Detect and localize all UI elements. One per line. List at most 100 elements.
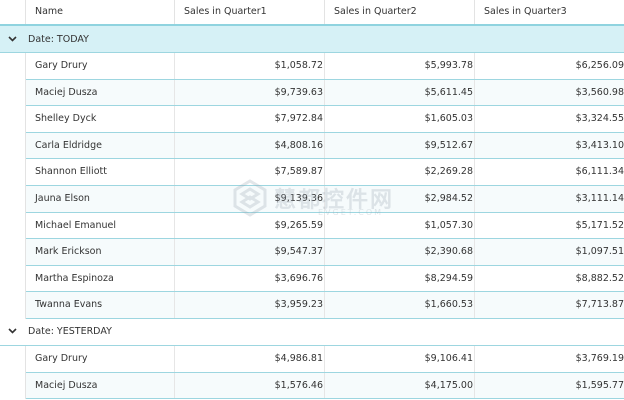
group-row[interactable]: Date: YESTERDAY — [0, 318, 624, 346]
table-row[interactable]: Jauna Elson $9,139.36 $2,984.52 $3,111.14 — [0, 185, 624, 213]
q1-cell[interactable]: $9,265.59 — [175, 212, 325, 239]
header-indent — [0, 0, 26, 24]
q3-cell[interactable]: $3,111.14 — [475, 186, 624, 212]
table-row[interactable]: Gary Drury $4,986.81 $9,106.41 $3,769.19 — [0, 345, 624, 373]
q1-cell[interactable]: $9,739.63 — [175, 79, 325, 106]
q2-cell[interactable]: $5,611.45 — [325, 79, 475, 106]
q1-cell[interactable]: $3,959.23 — [175, 292, 325, 318]
row-indent — [0, 106, 26, 133]
q2-cell[interactable]: $2,984.52 — [325, 185, 475, 212]
q3-cell[interactable]: $3,413.10 — [475, 133, 624, 159]
row-cells: Maciej Dusza $1,576.46 $4,175.00 $1,595.77 — [26, 372, 624, 400]
row-indent — [0, 185, 26, 213]
name-cell[interactable]: Michael Emanuel — [26, 212, 175, 239]
name-cell[interactable]: Shelley Dyck — [26, 106, 175, 132]
q3-cell[interactable]: $1,595.77 — [475, 373, 624, 399]
table-row[interactable]: Maciej Dusza $1,576.46 $4,175.00 $1,595.77 — [0, 372, 624, 400]
row-indent — [0, 345, 26, 373]
table-row[interactable]: Mark Erickson $9,547.37 $2,390.68 $1,097.51 — [0, 239, 624, 266]
table-row[interactable]: Shannon Elliott $7,589.87 $2,269.28 $6,111.… — [0, 159, 624, 186]
data-grid: Name Sales in Quarter1 Sales in Quarter2… — [0, 0, 624, 400]
row-cells: Gary Drury $4,986.81 $9,106.41 $3,769.19 — [26, 345, 624, 373]
q2-cell[interactable]: $5,993.78 — [325, 53, 475, 79]
q2-cell[interactable]: $2,390.68 — [325, 239, 475, 265]
row-indent — [0, 79, 26, 107]
row-cells: Twanna Evans $3,959.23 $1,660.53 $7,713.87 — [26, 292, 624, 319]
q2-cell[interactable]: $8,294.59 — [325, 265, 475, 292]
q3-cell[interactable]: $1,097.51 — [475, 239, 624, 265]
row-cells: Mark Erickson $9,547.37 $2,390.68 $1,097.51 — [26, 239, 624, 266]
group-toggle-button[interactable] — [0, 26, 25, 52]
q3-cell[interactable]: $8,882.52 — [475, 266, 624, 292]
chevron-down-icon — [8, 328, 17, 335]
q1-cell[interactable]: $4,808.16 — [175, 132, 325, 159]
table-row[interactable]: Martha Espinoza $3,696.76 $8,294.59 $8,882.… — [0, 265, 624, 293]
q1-cell[interactable]: $9,547.37 — [175, 239, 325, 265]
name-cell[interactable]: Maciej Dusza — [26, 372, 175, 399]
row-cells: Jauna Elson $9,139.36 $2,984.52 $3,111.14 — [26, 185, 624, 213]
q3-cell[interactable]: $7,713.87 — [475, 292, 624, 318]
row-indent — [0, 53, 26, 80]
table-row[interactable]: Gary Drury $1,058.72 $5,993.78 $6,256.09 — [0, 53, 624, 80]
q1-cell[interactable]: $3,696.76 — [175, 265, 325, 292]
name-cell[interactable]: Gary Drury — [26, 345, 175, 372]
q3-cell[interactable]: $3,324.55 — [475, 106, 624, 132]
row-indent — [0, 372, 26, 400]
grid-body: Date: TODAY Gary Drury $1,058.72 $5,993.78 $… — [0, 26, 624, 400]
name-cell[interactable]: Shannon Elliott — [26, 159, 175, 185]
group-row[interactable]: Date: TODAY — [0, 26, 624, 53]
q2-cell[interactable]: $1,605.03 — [325, 106, 475, 132]
row-cells: Michael Emanuel $9,265.59 $1,057.30 $5,171.… — [26, 212, 624, 240]
q1-cell[interactable]: $9,139.36 — [175, 185, 325, 212]
table-row[interactable]: Twanna Evans $3,959.23 $1,660.53 $7,713.87 — [0, 292, 624, 319]
name-cell[interactable]: Jauna Elson — [26, 185, 175, 212]
q2-cell[interactable]: $4,175.00 — [325, 372, 475, 399]
row-cells: Shannon Elliott $7,589.87 $2,269.28 $6,111.… — [26, 159, 624, 186]
q2-cell[interactable]: $9,512.67 — [325, 132, 475, 159]
grid-header: Name Sales in Quarter1 Sales in Quarter2… — [0, 0, 624, 26]
table-row[interactable]: Shelley Dyck $7,972.84 $1,605.03 $3,324.55 — [0, 106, 624, 133]
row-indent — [0, 132, 26, 160]
column-header-q1[interactable]: Sales in Quarter1 — [175, 0, 325, 24]
name-cell[interactable]: Mark Erickson — [26, 239, 175, 265]
column-header-q2[interactable]: Sales in Quarter2 — [325, 0, 475, 24]
q2-cell[interactable]: $1,660.53 — [325, 292, 475, 318]
name-cell[interactable]: Gary Drury — [26, 53, 175, 79]
row-cells: Gary Drury $1,058.72 $5,993.78 $6,256.09 — [26, 53, 624, 80]
row-indent — [0, 265, 26, 293]
row-cells: Shelley Dyck $7,972.84 $1,605.03 $3,324.55 — [26, 106, 624, 133]
row-cells: Martha Espinoza $3,696.76 $8,294.59 $8,882.… — [26, 265, 624, 293]
column-header-name[interactable]: Name — [26, 0, 175, 24]
q1-cell[interactable]: $7,589.87 — [175, 159, 325, 185]
group-label: Date: TODAY — [28, 33, 89, 45]
q3-cell[interactable]: $5,171.52 — [475, 213, 624, 239]
q3-cell[interactable]: $6,111.34 — [475, 159, 624, 185]
q3-cell[interactable]: $3,769.19 — [475, 346, 624, 372]
q3-cell[interactable]: $6,256.09 — [475, 53, 624, 79]
row-indent — [0, 239, 26, 266]
q3-cell[interactable]: $3,560.98 — [475, 80, 624, 106]
row-indent — [0, 159, 26, 186]
name-cell[interactable]: Carla Eldridge — [26, 132, 175, 159]
q2-cell[interactable]: $2,269.28 — [325, 159, 475, 185]
q2-cell[interactable]: $1,057.30 — [325, 212, 475, 239]
q1-cell[interactable]: $7,972.84 — [175, 106, 325, 132]
row-cells: Carla Eldridge $4,808.16 $9,512.67 $3,413.1… — [26, 132, 624, 160]
table-row[interactable]: Carla Eldridge $4,808.16 $9,512.67 $3,413.1… — [0, 132, 624, 160]
table-row[interactable]: Michael Emanuel $9,265.59 $1,057.30 $5,171.… — [0, 212, 624, 240]
group-label: Date: YESTERDAY — [28, 326, 112, 338]
row-indent — [0, 292, 26, 319]
table-row[interactable]: Maciej Dusza $9,739.63 $5,611.45 $3,560.98 — [0, 79, 624, 107]
group-toggle-button[interactable] — [0, 319, 25, 345]
name-cell[interactable]: Maciej Dusza — [26, 79, 175, 106]
name-cell[interactable]: Martha Espinoza — [26, 265, 175, 292]
q2-cell[interactable]: $9,106.41 — [325, 345, 475, 372]
name-cell[interactable]: Twanna Evans — [26, 292, 175, 318]
row-indent — [0, 212, 26, 240]
q1-cell[interactable]: $1,576.46 — [175, 372, 325, 399]
chevron-down-icon — [8, 35, 17, 42]
row-cells: Maciej Dusza $9,739.63 $5,611.45 $3,560.98 — [26, 79, 624, 107]
q1-cell[interactable]: $4,986.81 — [175, 345, 325, 372]
q1-cell[interactable]: $1,058.72 — [175, 53, 325, 79]
column-header-q3[interactable]: Sales in Quarter3 — [475, 0, 624, 24]
